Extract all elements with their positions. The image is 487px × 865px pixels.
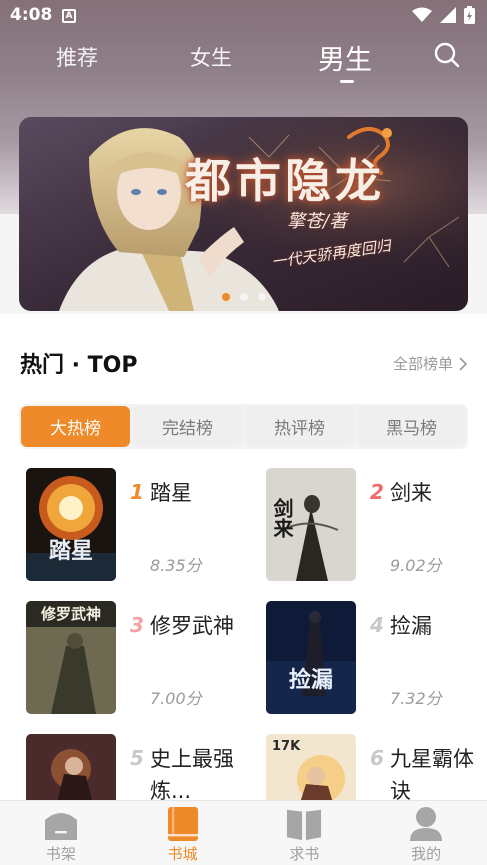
cover-title: 踏星: [49, 538, 93, 564]
book-item[interactable]: 修罗武神 3 修罗武神 7.00分: [26, 601, 246, 717]
tab-bookshelf[interactable]: 书架: [0, 801, 122, 865]
book-title: 九星霸体诀: [390, 747, 474, 803]
book-score: 8.35分: [150, 556, 202, 575]
battery-icon: [464, 6, 475, 24]
banner-dot[interactable]: [221, 293, 230, 301]
hot-ranking-section: 热门 · TOP 全部榜单 大热榜 完结榜 热评榜 黑马榜 踏星 1 踏星 8.…: [0, 314, 487, 847]
active-tab-indicator: [340, 80, 354, 83]
book-score: 9.02分: [390, 556, 442, 575]
book-rank: 5: [130, 746, 144, 770]
book-item[interactable]: 踏星 1 踏星 8.35分: [26, 468, 246, 584]
banner-dot[interactable]: [239, 293, 248, 301]
cover-title: 剑来: [270, 497, 294, 538]
search-icon: [434, 42, 460, 68]
chevron-right-icon: [459, 356, 467, 371]
book-title: 修罗武神: [150, 614, 234, 638]
book-rank: 2: [370, 480, 384, 504]
all-rankings-link[interactable]: 全部榜单: [393, 353, 467, 374]
book-rank: 6: [370, 746, 384, 770]
tab-bookstore[interactable]: 书城: [122, 801, 244, 865]
signal-icon: [440, 7, 456, 23]
profile-icon: [408, 805, 444, 843]
book-title: 史上最强炼...: [150, 747, 234, 803]
bottom-tab-bar: 书架 书城 求书 我的: [0, 800, 487, 865]
bookshelf-icon: [43, 805, 79, 843]
banner-title: 都市隐龙: [185, 154, 385, 208]
open-book-icon: [286, 805, 322, 843]
section-title: 热门 · TOP: [20, 353, 138, 378]
book-score: 7.32分: [390, 689, 442, 708]
book-cover: 剑来: [266, 468, 356, 581]
status-time: 4:08: [10, 5, 53, 25]
banner-dot[interactable]: [257, 293, 266, 301]
ranking-tabs: 大热榜 完结榜 热评榜 黑马榜: [19, 404, 468, 449]
tab-female[interactable]: 女生: [190, 42, 232, 72]
banner-pagination: [19, 293, 468, 301]
book-cover: 修罗武神: [26, 601, 116, 714]
status-bar: 4:08 A: [0, 0, 487, 32]
tab-male[interactable]: 男生: [318, 38, 372, 77]
book-title: 捡漏: [390, 614, 432, 638]
banner-author: 擎苍/著: [287, 211, 348, 232]
tab-hot-ranking[interactable]: 大热榜: [21, 406, 130, 447]
book-item[interactable]: 剑来 2 剑来 9.02分: [266, 468, 486, 584]
tab-recommend[interactable]: 推荐: [56, 42, 98, 72]
search-button[interactable]: [434, 42, 460, 72]
book-title: 剑来: [390, 481, 432, 505]
tab-label: 求书: [289, 845, 320, 863]
tab-request-book[interactable]: 求书: [244, 801, 366, 865]
wifi-icon: [412, 7, 432, 22]
book-rank: 1: [130, 480, 144, 504]
top-nav: 推荐 女生 男生: [0, 36, 487, 86]
book-rank: 4: [370, 613, 384, 637]
tab-profile[interactable]: 我的: [365, 801, 487, 865]
tab-completed-ranking[interactable]: 完结榜: [133, 406, 242, 447]
status-icons: [412, 6, 475, 24]
book-cover: 踏星: [26, 468, 116, 581]
status-indicator: A: [62, 9, 76, 23]
bookstore-icon: [165, 805, 201, 843]
tab-label: 我的: [411, 845, 442, 863]
book-rank: 3: [130, 613, 144, 637]
tab-label: 书架: [45, 845, 76, 863]
book-item[interactable]: 捡漏 4 捡漏 7.32分: [266, 601, 486, 717]
book-title: 踏星: [150, 481, 192, 505]
book-score: 7.00分: [150, 689, 202, 708]
tab-reviews-ranking[interactable]: 热评榜: [245, 406, 354, 447]
all-rankings-label: 全部榜单: [392, 355, 453, 373]
tab-label: 书城: [167, 845, 198, 863]
book-cover: 捡漏: [266, 601, 356, 714]
promo-banner[interactable]: 都市隐龙 擎苍/著 一代天骄再度回归: [19, 117, 468, 311]
tab-dark-horse-ranking[interactable]: 黑马榜: [357, 406, 466, 447]
cover-logo: 17K: [272, 739, 301, 754]
cover-title: 修罗武神: [40, 605, 101, 623]
cover-title: 捡漏: [289, 667, 333, 693]
